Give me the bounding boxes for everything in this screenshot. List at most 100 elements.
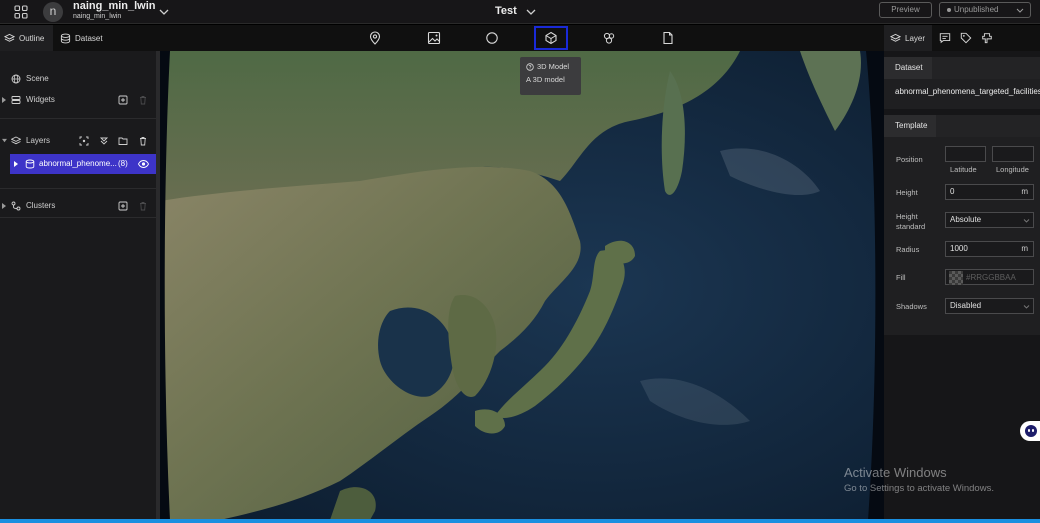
image-tool-button[interactable] bbox=[427, 31, 441, 45]
project-title: Test bbox=[495, 5, 517, 17]
layer-item-abnormal-phenomena[interactable]: abnormal_phenome... (8) bbox=[10, 154, 156, 174]
caret-right-icon[interactable] bbox=[14, 161, 18, 167]
caret-right-icon[interactable] bbox=[2, 97, 7, 103]
outline-item-label: Scene bbox=[26, 74, 49, 83]
apps-grid-icon[interactable] bbox=[14, 5, 28, 19]
help-circle-icon bbox=[526, 62, 534, 71]
database-icon bbox=[60, 33, 71, 43]
outline-item-clusters[interactable]: Clusters bbox=[0, 197, 156, 215]
height-standard-select[interactable]: Absolute bbox=[945, 212, 1034, 228]
bot-icon bbox=[1025, 425, 1037, 437]
status-dot bbox=[947, 8, 951, 12]
color-swatch[interactable] bbox=[949, 271, 963, 285]
file-icon bbox=[663, 31, 673, 45]
preview-button[interactable]: Preview bbox=[879, 2, 932, 18]
chevron-down-icon bbox=[1023, 219, 1030, 223]
chevron-down-icon bbox=[1023, 305, 1030, 309]
tab-dataset[interactable]: Dataset bbox=[60, 25, 103, 51]
divider bbox=[0, 118, 156, 119]
marker-tool-button[interactable] bbox=[368, 31, 382, 45]
delete-icon[interactable] bbox=[138, 201, 148, 211]
layers-icon bbox=[11, 136, 21, 145]
bot-eye bbox=[1028, 429, 1030, 432]
shadows-select[interactable]: Disabled bbox=[945, 298, 1034, 314]
eye-icon[interactable] bbox=[138, 159, 149, 169]
top-bar: n naing_min_lwin naing_min_lwin Test Pre… bbox=[0, 0, 1040, 24]
chevron-down-icon bbox=[1016, 8, 1024, 13]
outline-panel bbox=[0, 51, 156, 520]
shadows-value: Disabled bbox=[950, 301, 982, 310]
radius-value: 1000 bbox=[950, 244, 968, 253]
plugin-icon bbox=[603, 32, 615, 44]
file-tool-button[interactable] bbox=[661, 31, 675, 45]
stack-add-icon[interactable] bbox=[99, 136, 109, 146]
widgets-icon bbox=[11, 96, 21, 104]
fill-placeholder: #RRGGBBAA bbox=[966, 273, 1016, 282]
delete-icon[interactable] bbox=[138, 136, 148, 146]
add-widget-icon[interactable] bbox=[118, 95, 128, 105]
publish-status-button[interactable]: Unpublished bbox=[939, 2, 1031, 18]
tab-layer-label: Layer bbox=[905, 33, 926, 43]
activate-windows-subtitle: Go to Settings to activate Windows. bbox=[844, 483, 994, 494]
circle-tool-button[interactable] bbox=[485, 31, 499, 45]
template-section-tab[interactable]: Template bbox=[884, 115, 936, 137]
comment-icon bbox=[939, 33, 951, 44]
focus-frame-icon[interactable] bbox=[79, 136, 89, 146]
caret-down-icon[interactable] bbox=[2, 138, 7, 144]
image-icon bbox=[427, 31, 441, 45]
height-standard-value: Absolute bbox=[950, 215, 982, 224]
outline-item-widgets[interactable]: Widgets bbox=[0, 91, 156, 109]
tab-infobox[interactable] bbox=[939, 32, 953, 46]
globe-satellite-image bbox=[160, 51, 884, 520]
outline-item-label: Widgets bbox=[26, 95, 55, 104]
height-unit: m bbox=[1021, 187, 1028, 196]
tab-outline[interactable]: Outline bbox=[4, 25, 44, 51]
3d-model-icon bbox=[545, 31, 557, 45]
longitude-label: Longitude bbox=[996, 165, 1029, 174]
user-subtitle: naing_min_lwin bbox=[73, 13, 122, 20]
longitude-input[interactable] bbox=[992, 146, 1034, 162]
folder-icon[interactable] bbox=[118, 136, 128, 146]
tab-style[interactable] bbox=[981, 32, 995, 46]
chat-support-button[interactable] bbox=[1020, 421, 1040, 441]
clusters-icon bbox=[11, 201, 21, 211]
height-standard-label-line1: Height bbox=[896, 212, 918, 221]
brush-icon bbox=[982, 33, 992, 44]
tab-layer[interactable]: Layer bbox=[890, 25, 925, 51]
outline-item-layers[interactable]: Layers bbox=[0, 132, 156, 150]
marker-icon bbox=[369, 31, 381, 45]
add-cluster-icon[interactable] bbox=[118, 201, 128, 211]
layer-item-count: (8) bbox=[118, 159, 128, 168]
caret-right-icon[interactable] bbox=[2, 203, 7, 209]
tooltip-description: A 3D model bbox=[526, 75, 565, 84]
globe-map-viewport[interactable] bbox=[160, 51, 884, 520]
divider bbox=[0, 217, 156, 218]
layers-icon bbox=[890, 33, 901, 42]
outline-item-label: Layers bbox=[26, 136, 51, 145]
database-icon bbox=[25, 159, 35, 169]
circle-icon bbox=[486, 32, 498, 44]
delete-icon[interactable] bbox=[138, 95, 148, 105]
radius-label: Radius bbox=[896, 245, 920, 254]
fill-label: Fill bbox=[896, 273, 906, 282]
height-input[interactable]: 0 m bbox=[945, 184, 1034, 200]
taskbar-edge bbox=[0, 519, 1040, 523]
latitude-input[interactable] bbox=[945, 146, 986, 162]
tool-tooltip: 3D Model A 3D model bbox=[520, 57, 581, 95]
globe-icon bbox=[11, 74, 21, 84]
dataset-section-tab[interactable]: Dataset bbox=[884, 57, 932, 79]
chevron-down-icon[interactable] bbox=[525, 6, 537, 18]
tab-tags[interactable] bbox=[960, 32, 974, 46]
tag-icon bbox=[960, 32, 972, 44]
plugin-tool-button[interactable] bbox=[602, 31, 616, 45]
publish-status-label: Unpublished bbox=[954, 5, 999, 14]
chevron-down-icon[interactable] bbox=[158, 6, 170, 18]
3d-model-tool-button[interactable] bbox=[544, 31, 558, 45]
outline-item-scene[interactable]: Scene bbox=[0, 70, 156, 88]
layer-item-label: abnormal_phenome... bbox=[39, 159, 117, 168]
height-label: Height bbox=[896, 188, 918, 197]
dataset-name: abnormal_phenomena_targeted_facilities. bbox=[895, 87, 1040, 96]
radius-input[interactable]: 1000 m bbox=[945, 241, 1034, 257]
avatar[interactable]: n bbox=[43, 2, 63, 22]
tool-bar: Outline Dataset Layer bbox=[0, 25, 1040, 51]
